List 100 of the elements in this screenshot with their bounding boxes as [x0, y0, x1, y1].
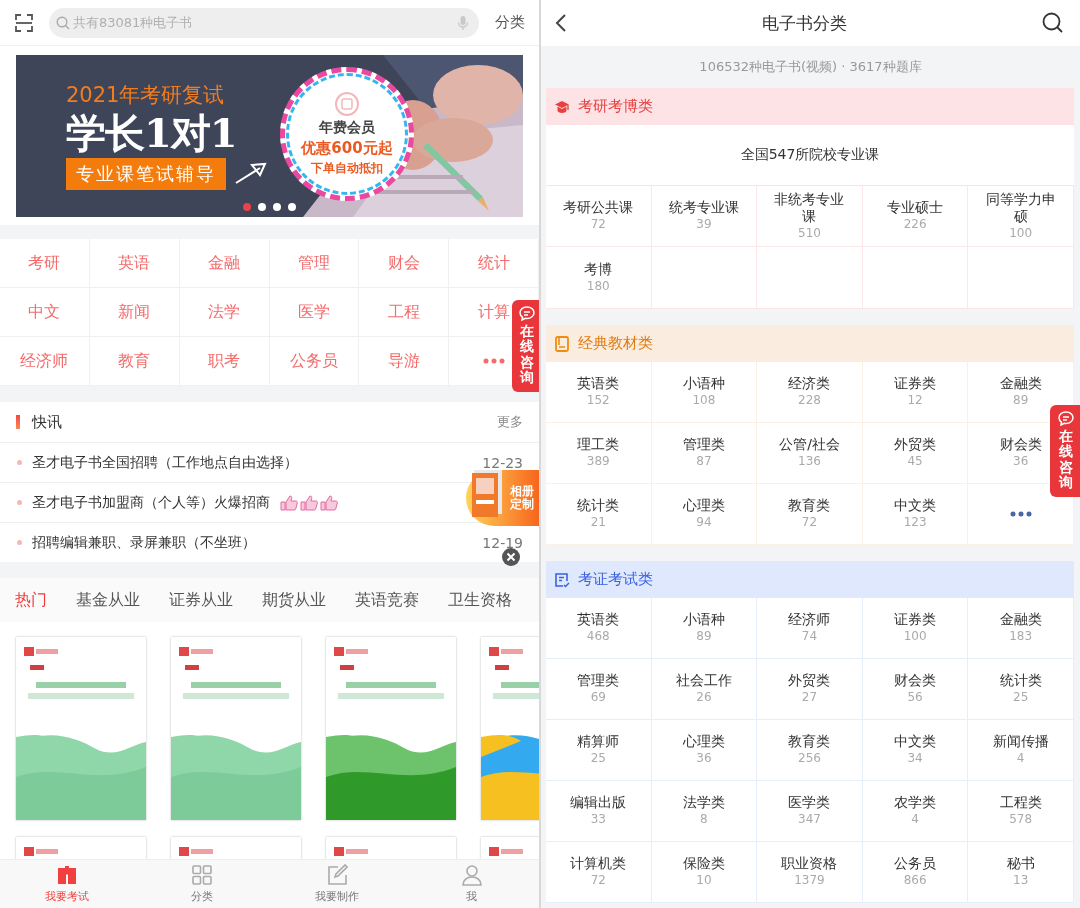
category-item[interactable]: 外贸类 45 [894, 436, 937, 470]
category-item[interactable]: 考博 180 [584, 260, 613, 295]
news-date: 12-19 [482, 534, 523, 551]
badge-note: 下单自动抵扣 [311, 160, 383, 177]
category-item[interactable]: 非统考专业课 510 [771, 190, 848, 242]
category-item[interactable]: 统计类 25 [999, 672, 1042, 706]
more-icon[interactable] [1009, 511, 1032, 517]
category-item[interactable]: 专业硕士 226 [887, 199, 944, 233]
category-item[interactable]: 证券类 12 [894, 375, 937, 409]
graduation-cap-icon [554, 98, 570, 115]
carousel-dot[interactable] [258, 203, 266, 211]
category-tab[interactable]: 热门 [15, 589, 47, 611]
category-item[interactable]: 英语类 152 [577, 375, 620, 409]
book-icon [554, 335, 570, 352]
back-icon[interactable] [555, 13, 567, 33]
thumbs-up-icon [300, 494, 318, 511]
carousel-dot[interactable] [243, 203, 251, 211]
edit-icon [325, 864, 348, 886]
badge-title: 年费会员 [319, 119, 375, 137]
category-item[interactable]: 管理类 69 [577, 672, 620, 706]
thumbs-up-icon [280, 494, 298, 511]
category-item[interactable]: 公务员 866 [894, 855, 937, 889]
category-item[interactable]: 心理类 94 [682, 497, 725, 531]
category-item[interactable]: 农学类 4 [894, 794, 937, 828]
search-icon[interactable] [1042, 12, 1064, 34]
category-item[interactable]: 中文类 34 [894, 733, 937, 767]
category-tab[interactable]: 基金从业 [76, 589, 140, 611]
banner-headline: 2021年考研复试 [66, 82, 225, 108]
news-title[interactable]: 圣才电子书加盟商（个人等）火爆招商 [32, 493, 270, 512]
album-icon [470, 468, 504, 520]
nav-item[interactable]: 我要制作 [269, 860, 405, 908]
category-item[interactable]: 小语种 89 [682, 611, 725, 645]
category-item[interactable]: 公管/社会 136 [779, 436, 840, 470]
category-item[interactable]: 同等学力申硕 100 [982, 190, 1059, 242]
category-item[interactable]: 理工类 389 [577, 436, 620, 470]
more-link[interactable]: 更多 [497, 413, 523, 431]
person-icon [460, 864, 483, 886]
category-item[interactable]: 管理类 87 [682, 436, 725, 470]
category-item[interactable]: 考研公共课 72 [563, 199, 634, 233]
category-item[interactable]: 工程类 578 [999, 794, 1042, 828]
category-item[interactable]: 保险类 10 [682, 855, 725, 889]
chat-icon [1058, 411, 1074, 426]
category-item[interactable]: 财会类 36 [999, 436, 1042, 470]
category-item[interactable]: 经济类 228 [788, 375, 831, 409]
category-item[interactable]: 计算机类 72 [570, 855, 627, 889]
category-item[interactable]: 精算师 25 [577, 733, 620, 767]
banner-tag: 专业课笔试辅导 [66, 158, 226, 190]
category-item[interactable]: 金融类 89 [999, 375, 1042, 409]
banner[interactable]: 2021年考研复试 学长1对1 专业课笔试辅导 年费会员 优惠600元起 下单自动抵扣 [16, 55, 523, 217]
carousel-dot[interactable] [288, 203, 296, 211]
badge-offer: 优惠600元起 [301, 139, 393, 158]
document-icon [554, 571, 570, 588]
scan-icon[interactable] [15, 13, 33, 32]
thumbs-up-icon [320, 494, 338, 511]
section-title: 考研考博类 [578, 97, 653, 116]
category-item[interactable]: 职业资格 1379 [781, 855, 838, 889]
close-icon[interactable] [502, 548, 520, 566]
nav-item[interactable]: 我要考试 [0, 860, 135, 908]
nav-item[interactable]: 分类 [134, 860, 270, 908]
category-item[interactable]: 秘书 13 [1006, 855, 1035, 889]
category-link[interactable]: 分类 [495, 13, 525, 32]
category-tab[interactable]: 卫生资格 [448, 589, 512, 611]
section-title: 快讯 [32, 412, 63, 432]
category-item[interactable]: 新闻传播 4 [992, 733, 1049, 767]
category-item[interactable]: 外贸类 27 [788, 672, 831, 706]
category-item[interactable]: 医学类 347 [788, 794, 831, 828]
search-field[interactable]: 共有83081种电子书 [49, 7, 479, 38]
category-item[interactable]: 金融类 183 [999, 611, 1042, 645]
category-item[interactable]: 统考专业课 39 [668, 199, 739, 233]
category-item[interactable]: 编辑出版 33 [570, 794, 627, 828]
section-title: 经典教材类 [578, 334, 653, 353]
category-item[interactable]: 证券类 100 [894, 611, 937, 645]
category-item[interactable]: 法学类 8 [682, 794, 725, 828]
category-item[interactable]: 财会类 56 [894, 672, 937, 706]
section-title: 考证考试类 [578, 570, 653, 589]
category-item[interactable]: 教育类 72 [788, 497, 831, 531]
category-item[interactable]: 英语类 468 [577, 611, 620, 645]
more-icon[interactable] [482, 358, 505, 364]
category-item[interactable]: 统计类 21 [577, 497, 620, 531]
carousel-dot[interactable] [273, 203, 281, 211]
news-title[interactable]: 招聘编辑兼职、录屏兼职（不坐班） [32, 533, 256, 552]
category-item[interactable]: 教育类 256 [788, 733, 831, 767]
category-item[interactable]: 中文类 123 [894, 497, 937, 531]
consult-tab[interactable]: 在线咨询 [512, 300, 539, 392]
category-item[interactable]: 社会工作 26 [675, 672, 732, 706]
category-item[interactable]: 经济师 74 [788, 611, 831, 645]
consult-tab[interactable]: 在线咨询 [1050, 405, 1080, 497]
news-date: 12-23 [482, 454, 523, 471]
chat-icon [518, 306, 535, 321]
stamp-icon [334, 91, 360, 117]
category-tab[interactable]: 证券从业 [169, 589, 233, 611]
book-icon [56, 864, 79, 886]
news-title[interactable]: 圣才电子书全国招聘（工作地点自由选择） [32, 453, 298, 472]
banner-title: 学长1对1 [66, 108, 237, 158]
category-tab[interactable]: 英语竞赛 [355, 589, 419, 611]
nav-item[interactable]: 我 [404, 860, 539, 908]
category-item[interactable]: 小语种 108 [682, 375, 725, 409]
category-item[interactable]: 心理类 36 [682, 733, 725, 767]
page-title: 电子书分类 [762, 11, 847, 35]
category-tab[interactable]: 期货从业 [262, 589, 326, 611]
